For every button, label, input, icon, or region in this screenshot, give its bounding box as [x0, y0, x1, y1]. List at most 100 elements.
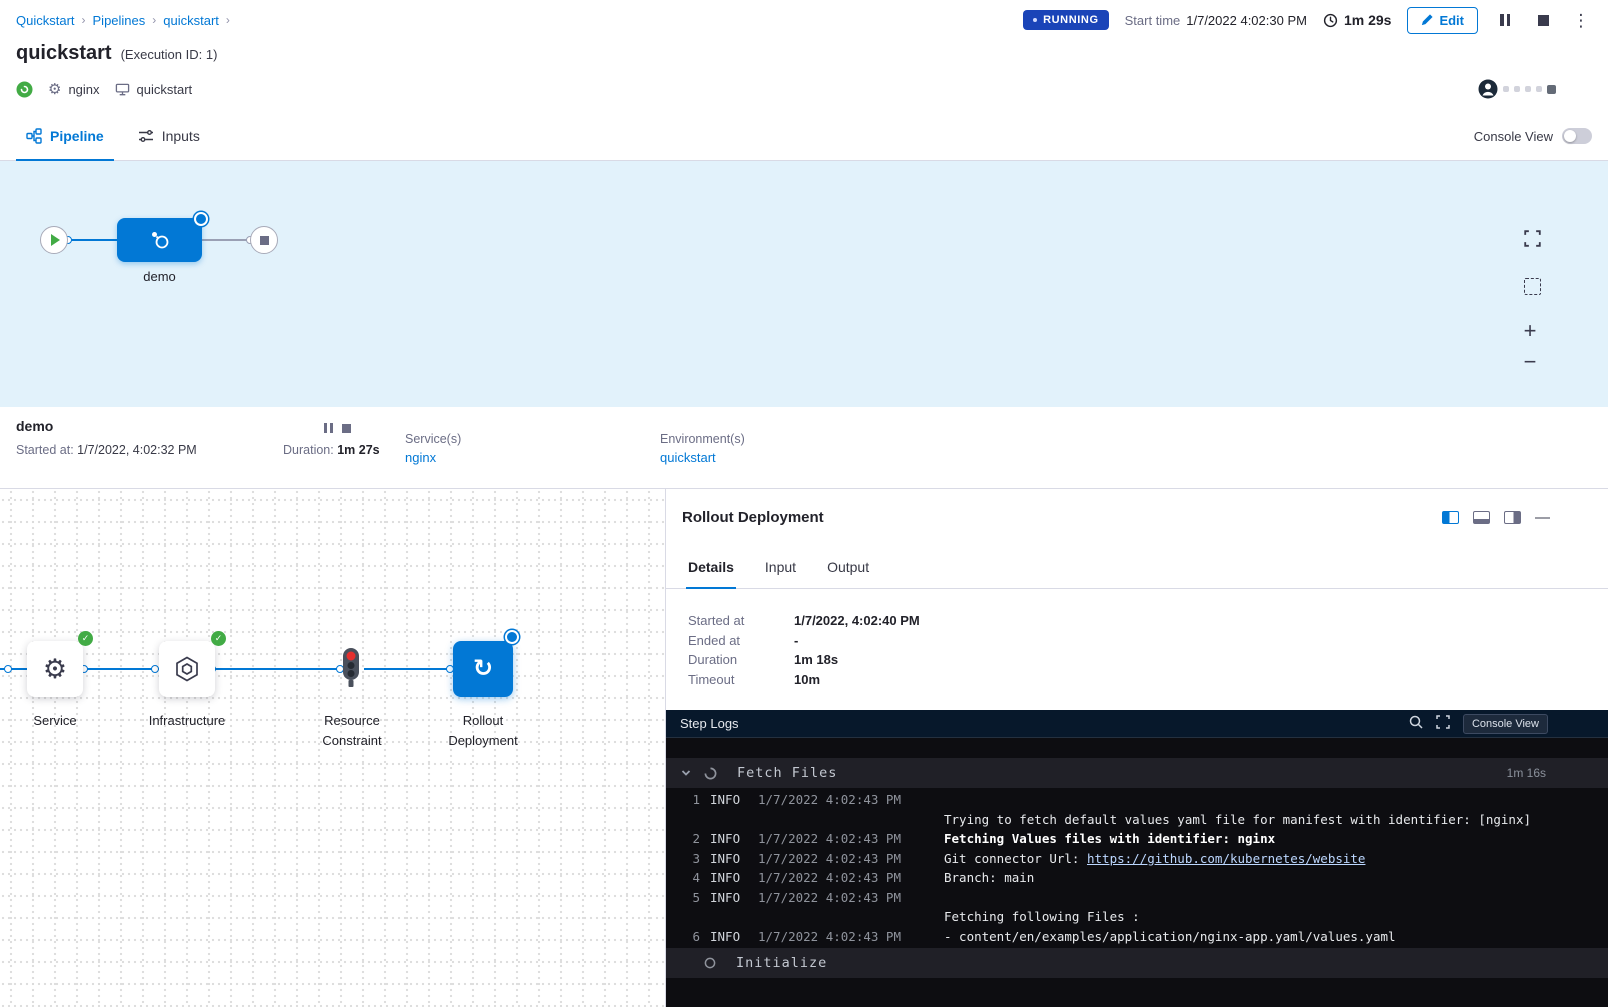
log-section-initialize[interactable]: Initialize [666, 948, 1608, 978]
layout-split-left-button[interactable] [1442, 511, 1459, 524]
step-detail-panel: Rollout Deployment — Details Input Outpu… [665, 489, 1608, 1007]
canvas-fullscreen-button[interactable] [1519, 225, 1545, 251]
breadcrumb-pipeline-name[interactable]: quickstart [163, 13, 219, 28]
field-row: Started at1/7/2022, 4:02:40 PM [688, 611, 920, 631]
progress-dot [1525, 86, 1531, 92]
execution-id: (Execution ID: 1) [121, 47, 218, 62]
environment-icon [115, 82, 130, 97]
environment-entity: quickstart [115, 82, 193, 97]
abort-execution-button[interactable] [1532, 9, 1554, 31]
log-section-duration: 1m 16s [1507, 766, 1546, 780]
started-value: 1/7/2022, 4:02:32 PM [77, 443, 197, 457]
canvas-marquee-select-button[interactable] [1519, 273, 1545, 299]
log-line: 2INFO1/7/2022 4:02:43 PMFetching Values … [666, 829, 1608, 849]
elapsed-time: 1m 29s [1323, 12, 1391, 28]
log-line: 1INFO1/7/2022 4:02:43 PM [666, 790, 1608, 810]
tab-output[interactable]: Output [825, 545, 871, 588]
log-level: INFO [710, 851, 750, 866]
chevron-down-icon[interactable] [676, 763, 696, 783]
log-console-view-button[interactable]: Console View [1463, 714, 1548, 734]
log-level: INFO [710, 870, 750, 885]
field-row: Ended at- [688, 631, 920, 651]
expand-icon [1436, 715, 1450, 729]
line-number: 1 [686, 792, 700, 807]
log-level: INFO [710, 890, 750, 905]
log-level: INFO [710, 929, 750, 944]
pause-icon [1500, 14, 1510, 26]
log-expand-button[interactable] [1436, 715, 1450, 732]
edit-button-label: Edit [1439, 13, 1464, 28]
step-label-resource-constraint: Resource Constraint [302, 711, 402, 751]
step-label-infrastructure: Infrastructure [142, 711, 232, 731]
start-time: Start time1/7/2022 4:02:30 PM [1125, 13, 1307, 28]
started-label: Started at: [16, 443, 74, 457]
log-time: 1/7/2022 4:02:43 PM [758, 792, 928, 807]
field-value: 1m 18s [794, 652, 838, 667]
layout-right-icon [1504, 511, 1521, 524]
detail-fields: Started at1/7/2022, 4:02:40 PM Ended at-… [688, 611, 920, 689]
edge-start-to-stage [68, 239, 117, 241]
pause-execution-button[interactable] [1494, 9, 1516, 31]
zoom-out-button[interactable]: − [1517, 349, 1543, 375]
tab-input[interactable]: Input [763, 545, 798, 588]
duration-value: 1m 27s [337, 443, 379, 457]
execution-progress [1478, 79, 1556, 99]
stop-icon [1538, 15, 1549, 26]
step-node-rollout-deployment[interactable]: ↻ [453, 641, 513, 697]
log-line: Fetching following Files : [666, 907, 1608, 927]
minimize-panel-button[interactable]: — [1535, 509, 1550, 526]
step-node-resource-constraint[interactable] [340, 647, 362, 692]
console-view-toggle[interactable] [1562, 128, 1592, 144]
stage-started-at: Started at: 1/7/2022, 4:02:32 PM [16, 443, 197, 457]
step-node-service[interactable]: ⚙ [27, 641, 83, 697]
connector-dot [4, 665, 12, 673]
log-message: Fetching following Files : [944, 909, 1140, 924]
layout-bottom-icon [1473, 511, 1490, 524]
tab-details[interactable]: Details [686, 545, 736, 588]
layout-right-button[interactable] [1504, 511, 1521, 524]
clock-icon [1323, 13, 1338, 28]
edit-button[interactable]: Edit [1407, 7, 1478, 34]
running-indicator [505, 630, 519, 644]
view-tabbar: Pipeline Inputs Console View [0, 112, 1608, 161]
pipeline-start-node [40, 226, 68, 254]
pipeline-end-node [250, 226, 278, 254]
stage-abort-button[interactable] [342, 424, 351, 433]
log-lines: 1INFO1/7/2022 4:02:43 PM Trying to fetch… [666, 790, 1608, 946]
log-search-button[interactable] [1409, 715, 1423, 732]
service-link[interactable]: nginx [405, 450, 461, 465]
field-label: Ended at [688, 633, 794, 648]
log-section-name: Fetch Files [737, 765, 837, 781]
log-link[interactable]: https://github.com/kubernetes/website [1087, 851, 1365, 866]
environments-label: Environment(s) [660, 432, 745, 446]
breadcrumb-separator: › [82, 13, 86, 27]
field-value: - [794, 633, 798, 648]
pending-circle-icon [704, 957, 716, 969]
step-logs-title: Step Logs [680, 716, 739, 731]
status-dot-icon [1033, 18, 1037, 22]
step-detail-title: Rollout Deployment [682, 509, 824, 526]
stage-node-demo[interactable] [117, 218, 202, 262]
field-value: 10m [794, 672, 820, 687]
tab-pipeline[interactable]: Pipeline [16, 112, 114, 160]
breadcrumb-project[interactable]: Quickstart [16, 13, 75, 28]
log-message: Git connector Url: [944, 851, 1087, 866]
log-message: Fetching Values files with identifier: n… [944, 831, 1275, 846]
environment-link[interactable]: quickstart [660, 450, 745, 465]
kebab-menu-icon: ⋮ [1573, 12, 1590, 29]
line-number: 6 [686, 929, 700, 944]
log-section-fetch-files[interactable]: Fetch Files 1m 16s [666, 758, 1608, 788]
tab-inputs[interactable]: Inputs [128, 112, 210, 160]
layout-bottom-button[interactable] [1473, 511, 1490, 524]
console-view-control: Console View [1474, 112, 1592, 160]
zoom-in-button[interactable]: + [1517, 318, 1543, 344]
breadcrumb-pipelines[interactable]: Pipelines [93, 13, 146, 28]
step-node-infrastructure[interactable] [159, 641, 215, 697]
stage-pause-button[interactable] [324, 421, 333, 436]
edge-stage-to-end [202, 239, 250, 241]
page-title: quickstart [16, 42, 112, 65]
start-time-label: Start time [1125, 13, 1181, 28]
field-row: Timeout10m [688, 670, 920, 690]
success-icon: ✓ [211, 631, 226, 646]
more-options-button[interactable]: ⋮ [1570, 9, 1592, 31]
